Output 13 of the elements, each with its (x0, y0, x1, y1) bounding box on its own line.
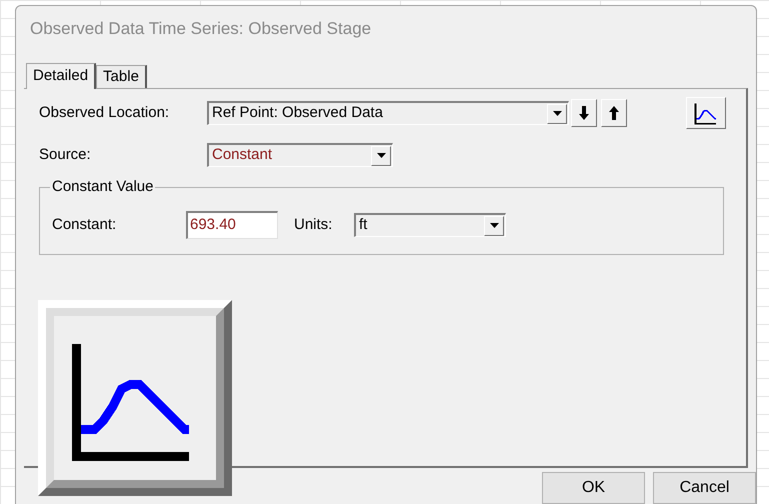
field-label: Observed Location: (39, 102, 170, 123)
dialog-button[interactable]: OK (542, 472, 645, 504)
dropdown[interactable]: Constant (207, 143, 393, 167)
constant-input[interactable]: 693.40 (186, 211, 278, 239)
field-label: Units: (294, 214, 334, 235)
dropdown[interactable]: Ref Point: Observed Data (207, 101, 569, 125)
field-label: Constant: (52, 214, 118, 235)
window-title: Observed Data Time Series: Observed Stage (30, 18, 372, 40)
dialog-button[interactable]: Cancel (653, 472, 756, 504)
tab[interactable]: Table (96, 65, 147, 88)
field-label: Source: (39, 144, 92, 165)
tab[interactable]: Detailed (26, 63, 96, 89)
dropdown[interactable]: ft (354, 213, 506, 237)
